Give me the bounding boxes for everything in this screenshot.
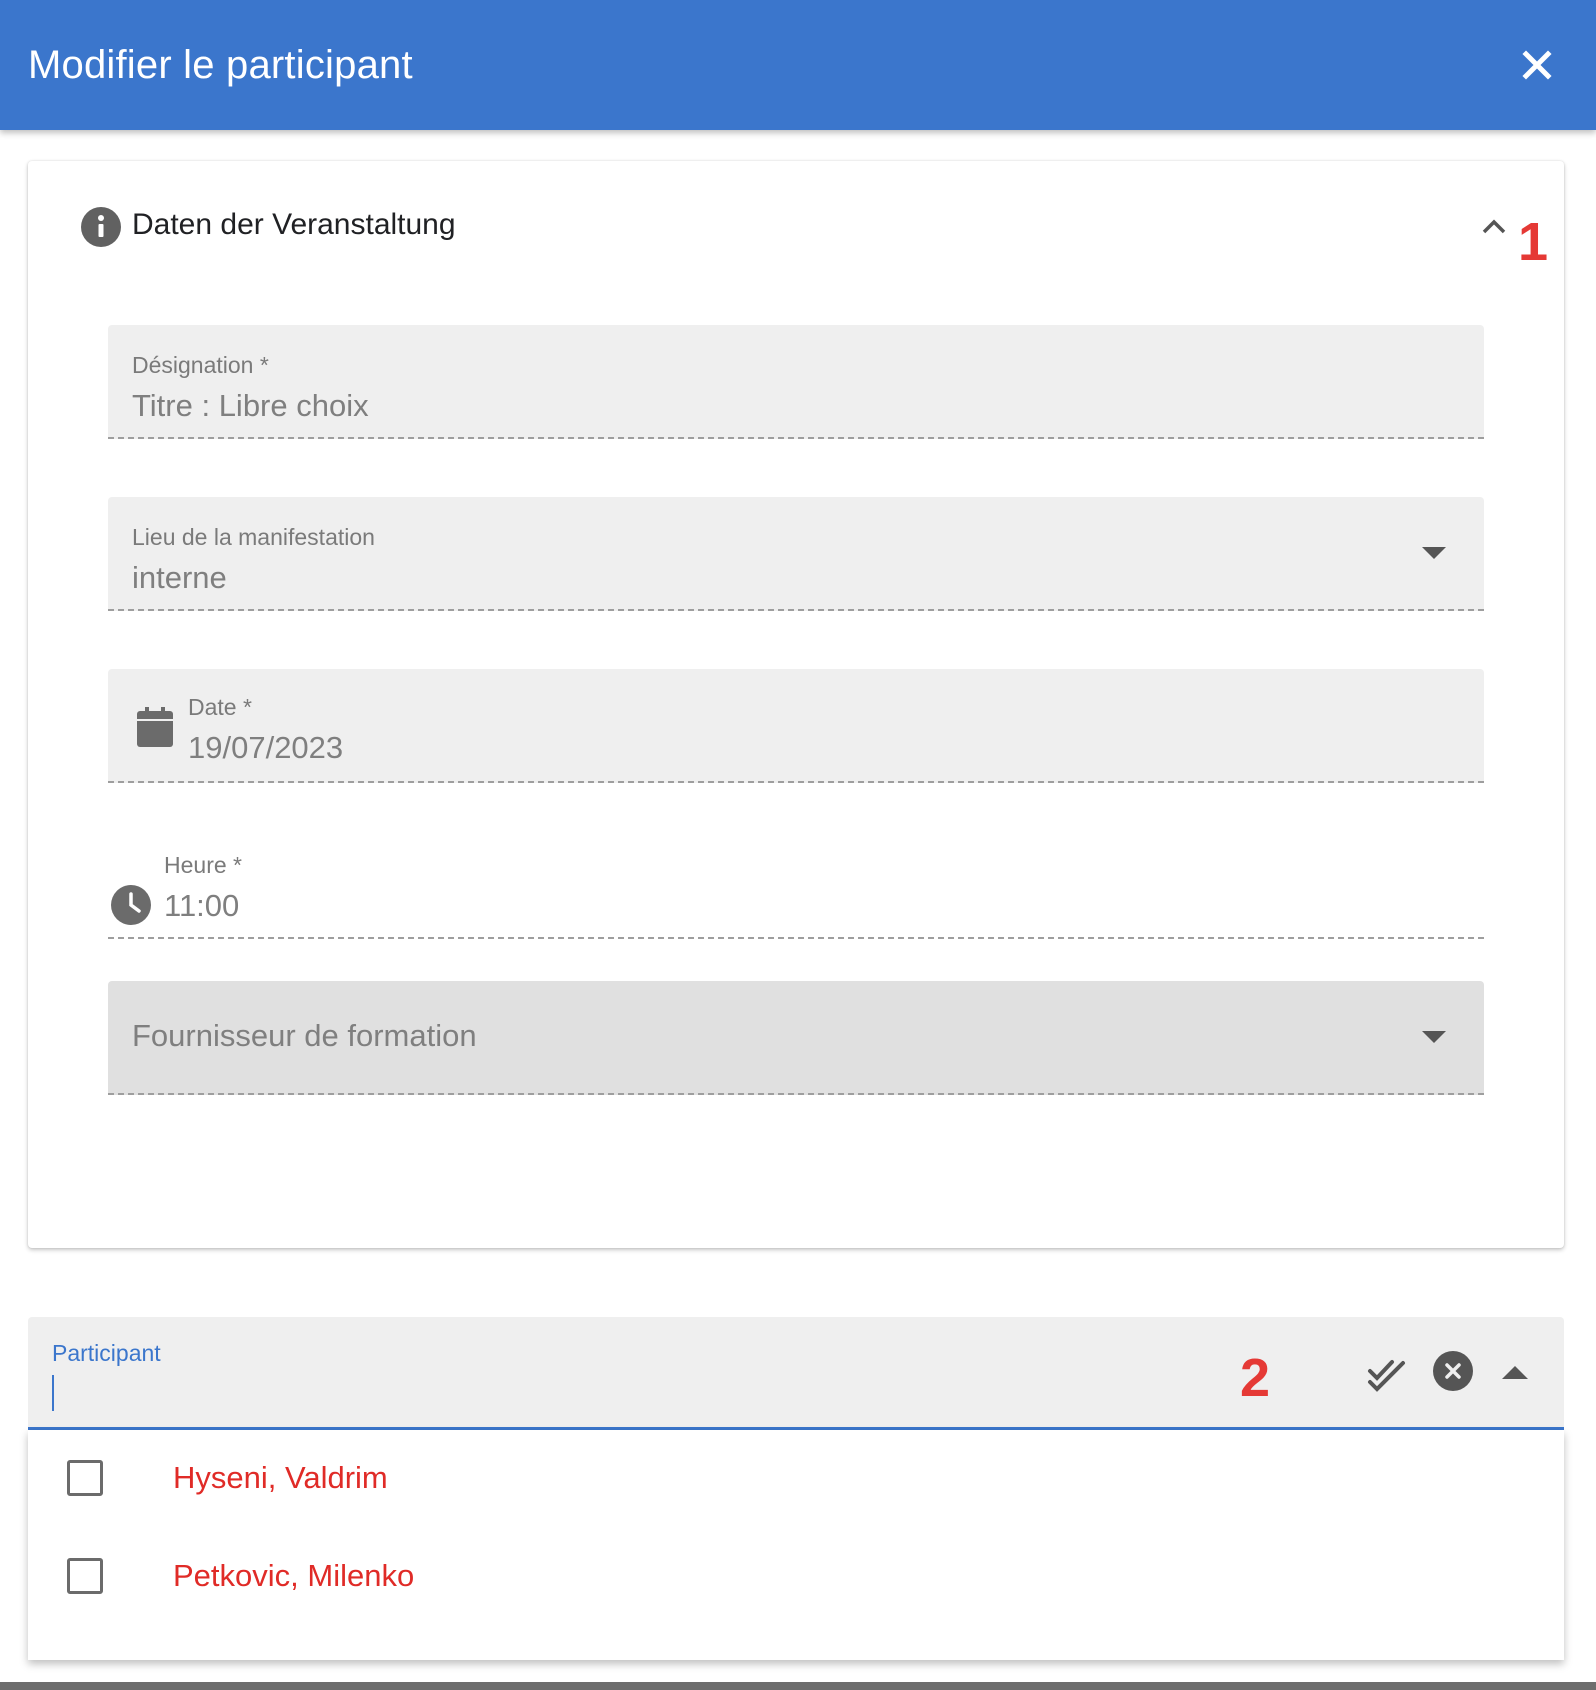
participant-label: Participant xyxy=(52,1340,161,1366)
event-data-card: Daten der Veranstaltung Désignation * Ti… xyxy=(28,161,1564,1248)
time-label: Heure * xyxy=(164,852,242,878)
dropdown-arrow-icon xyxy=(1422,547,1446,559)
double-check-icon xyxy=(1368,1360,1405,1392)
event-location-value: interne xyxy=(132,560,227,595)
list-item[interactable]: Petkovic, Milenko xyxy=(28,1528,1564,1626)
event-data-card-header[interactable]: Daten der Veranstaltung xyxy=(28,161,1564,287)
clock-icon[interactable] xyxy=(110,884,152,926)
option-checkbox[interactable] xyxy=(67,1460,103,1496)
participant-select[interactable]: Participant xyxy=(28,1317,1564,1430)
option-checkbox[interactable] xyxy=(67,1558,103,1594)
designation-value: Titre : Libre choix xyxy=(132,388,369,423)
date-value: 19/07/2023 xyxy=(188,730,344,765)
date-label: Date * xyxy=(188,694,252,720)
dialog-header: Modifier le participant xyxy=(0,0,1596,130)
caret-up-icon xyxy=(1502,1366,1528,1379)
clear-circle-icon xyxy=(1433,1351,1473,1391)
designation-label: Désignation * xyxy=(132,352,269,378)
section-title: Daten der Veranstaltung xyxy=(132,208,456,241)
dialog-bottom-edge xyxy=(0,1682,1596,1690)
dropdown-toggle-button[interactable] xyxy=(1500,1363,1530,1381)
participant-options-list: Hyseni, Valdrim Petkovic, Milenko xyxy=(28,1430,1564,1660)
calendar-icon[interactable] xyxy=(136,706,174,748)
close-button[interactable] xyxy=(1512,40,1562,90)
annotation-marker-1: 1 xyxy=(1518,212,1549,272)
event-location-select[interactable]: Lieu de la manifestation interne xyxy=(108,497,1484,611)
annotation-marker-2: 2 xyxy=(1240,1348,1271,1408)
select-all-button[interactable] xyxy=(1366,1351,1408,1393)
clear-button[interactable] xyxy=(1432,1350,1474,1392)
text-cursor xyxy=(52,1375,54,1411)
designation-field[interactable]: Désignation * Titre : Libre choix xyxy=(108,325,1484,439)
option-label: Petkovic, Milenko xyxy=(173,1558,415,1593)
edit-participant-dialog: Modifier le participant Daten der Verans… xyxy=(0,0,1596,1690)
dialog-title: Modifier le participant xyxy=(28,43,413,87)
info-icon xyxy=(81,207,121,247)
close-icon xyxy=(1522,50,1552,80)
time-field[interactable]: Heure * 11:00 xyxy=(108,841,1484,939)
event-location-label: Lieu de la manifestation xyxy=(132,524,375,550)
dropdown-arrow-icon xyxy=(1422,1031,1446,1043)
list-item[interactable]: Hyseni, Valdrim xyxy=(28,1430,1564,1528)
training-provider-placeholder: Fournisseur de formation xyxy=(132,1018,477,1053)
chevron-up-icon[interactable] xyxy=(1478,211,1510,243)
time-value: 11:00 xyxy=(164,888,240,923)
training-provider-select[interactable]: Fournisseur de formation xyxy=(108,981,1484,1095)
participant-input[interactable] xyxy=(52,1373,1252,1413)
date-field[interactable]: Date * 19/07/2023 xyxy=(108,669,1484,783)
option-label: Hyseni, Valdrim xyxy=(173,1460,388,1495)
